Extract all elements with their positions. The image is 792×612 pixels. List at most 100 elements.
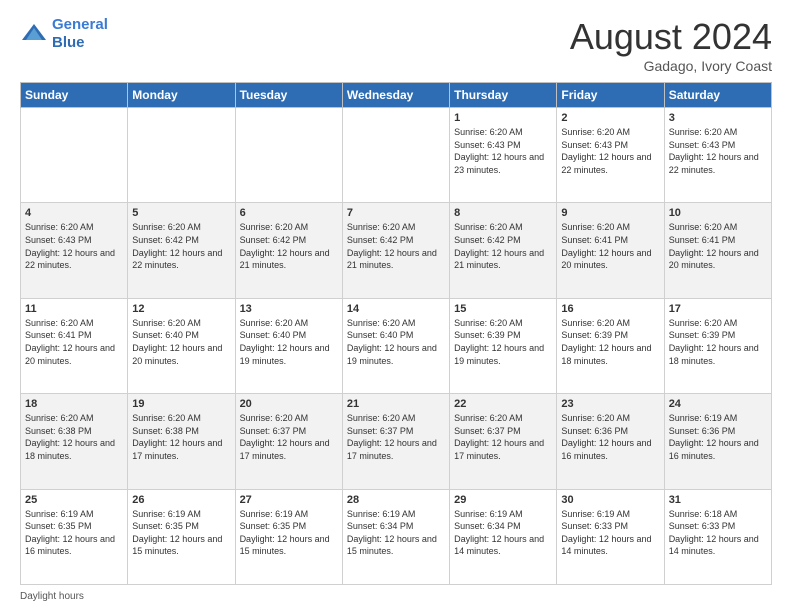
calendar-cell: 13 Sunrise: 6:20 AM Sunset: 6:40 PM Dayli… (235, 298, 342, 393)
day-number: 14 (347, 303, 445, 315)
calendar-cell: 6 Sunrise: 6:20 AM Sunset: 6:42 PM Daylig… (235, 203, 342, 298)
day-number: 5 (132, 207, 230, 219)
day-number: 20 (240, 398, 338, 410)
day-info: Sunrise: 6:20 AM Sunset: 6:41 PM Dayligh… (25, 317, 123, 367)
day-number: 27 (240, 494, 338, 506)
day-info: Sunrise: 6:20 AM Sunset: 6:43 PM Dayligh… (561, 126, 659, 176)
day-number: 13 (240, 303, 338, 315)
day-number: 6 (240, 207, 338, 219)
day-number: 7 (347, 207, 445, 219)
daylight-label: Daylight hours (20, 591, 84, 602)
day-number: 10 (669, 207, 767, 219)
calendar-cell: 4 Sunrise: 6:20 AM Sunset: 6:43 PM Daylig… (21, 203, 128, 298)
calendar-cell: 31 Sunrise: 6:18 AM Sunset: 6:33 PM Dayli… (664, 489, 771, 584)
day-info: Sunrise: 6:20 AM Sunset: 6:37 PM Dayligh… (347, 412, 445, 462)
calendar-table: SundayMondayTuesdayWednesdayThursdayFrid… (20, 82, 772, 585)
calendar-cell: 23 Sunrise: 6:20 AM Sunset: 6:36 PM Dayli… (557, 394, 664, 489)
calendar-week-5: 25Sunrise: 6:19 AM Sunset: 6:35 PM Dayli… (21, 489, 772, 584)
calendar-cell (235, 108, 342, 203)
calendar-cell: 19Sunrise: 6:20 AM Sunset: 6:38 PM Dayli… (128, 394, 235, 489)
calendar-cell: 26Sunrise: 6:19 AM Sunset: 6:35 PM Dayli… (128, 489, 235, 584)
day-number: 29 (454, 494, 552, 506)
calendar-cell: 7Sunrise: 6:20 AM Sunset: 6:42 PM Daylig… (342, 203, 449, 298)
calendar-cell: 8 Sunrise: 6:20 AM Sunset: 6:42 PM Daylig… (450, 203, 557, 298)
calendar-header-thursday: Thursday (450, 83, 557, 108)
day-number: 8 (454, 207, 552, 219)
calendar-header-monday: Monday (128, 83, 235, 108)
month-year: August 2024 (570, 16, 772, 58)
day-info: Sunrise: 6:19 AM Sunset: 6:34 PM Dayligh… (347, 508, 445, 558)
calendar-cell: 5Sunrise: 6:20 AM Sunset: 6:42 PM Daylig… (128, 203, 235, 298)
day-info: Sunrise: 6:20 AM Sunset: 6:36 PM Dayligh… (561, 412, 659, 462)
day-number: 31 (669, 494, 767, 506)
day-number: 1 (454, 112, 552, 124)
day-info: Sunrise: 6:20 AM Sunset: 6:42 PM Dayligh… (240, 221, 338, 271)
day-number: 18 (25, 398, 123, 410)
calendar-cell: 11 Sunrise: 6:20 AM Sunset: 6:41 PM Dayli… (21, 298, 128, 393)
day-info: Sunrise: 6:19 AM Sunset: 6:35 PM Dayligh… (25, 508, 123, 558)
calendar-header-row: SundayMondayTuesdayWednesdayThursdayFrid… (21, 83, 772, 108)
day-info: Sunrise: 6:20 AM Sunset: 6:38 PM Dayligh… (132, 412, 230, 462)
calendar-cell: 30Sunrise: 6:19 AM Sunset: 6:33 PM Dayli… (557, 489, 664, 584)
day-info: Sunrise: 6:20 AM Sunset: 6:41 PM Dayligh… (669, 221, 767, 271)
day-number: 24 (669, 398, 767, 410)
calendar-header-tuesday: Tuesday (235, 83, 342, 108)
day-info: Sunrise: 6:20 AM Sunset: 6:39 PM Dayligh… (454, 317, 552, 367)
day-number: 21 (347, 398, 445, 410)
calendar-cell (342, 108, 449, 203)
day-number: 16 (561, 303, 659, 315)
top-section: General Blue August 2024 Gadago, Ivory C… (20, 16, 772, 74)
calendar-cell: 14 Sunrise: 6:20 AM Sunset: 6:40 PM Dayli… (342, 298, 449, 393)
calendar-cell: 12 Sunrise: 6:20 AM Sunset: 6:40 PM Dayli… (128, 298, 235, 393)
day-number: 22 (454, 398, 552, 410)
day-number: 11 (25, 303, 123, 315)
calendar-cell: 16Sunrise: 6:20 AM Sunset: 6:39 PM Dayli… (557, 298, 664, 393)
calendar-week-1: 1 Sunrise: 6:20 AM Sunset: 6:43 PM Daylig… (21, 108, 772, 203)
calendar-cell: 27 Sunrise: 6:19 AM Sunset: 6:35 PM Dayli… (235, 489, 342, 584)
calendar-cell: 1Sunrise: 6:20 AM Sunset: 6:43 PM Daylig… (450, 108, 557, 203)
title-section: August 2024 Gadago, Ivory Coast (570, 16, 772, 74)
day-number: 2 (561, 112, 659, 124)
day-info: Sunrise: 6:19 AM Sunset: 6:35 PM Dayligh… (240, 508, 338, 558)
day-info: Sunrise: 6:20 AM Sunset: 6:40 PM Dayligh… (347, 317, 445, 367)
logo-line1: General (52, 16, 108, 33)
logo-icon (20, 20, 48, 48)
calendar-cell: 20 Sunrise: 6:20 AM Sunset: 6:37 PM Dayli… (235, 394, 342, 489)
calendar-cell: 15 Sunrise: 6:20 AM Sunset: 6:39 PM Dayli… (450, 298, 557, 393)
day-info: Sunrise: 6:20 AM Sunset: 6:43 PM Dayligh… (25, 221, 123, 271)
calendar-cell: 17Sunrise: 6:20 AM Sunset: 6:39 PM Dayli… (664, 298, 771, 393)
day-number: 9 (561, 207, 659, 219)
day-number: 23 (561, 398, 659, 410)
calendar-cell: 10 Sunrise: 6:20 AM Sunset: 6:41 PM Dayli… (664, 203, 771, 298)
calendar-cell: 9 Sunrise: 6:20 AM Sunset: 6:41 PM Daylig… (557, 203, 664, 298)
day-info: Sunrise: 6:18 AM Sunset: 6:33 PM Dayligh… (669, 508, 767, 558)
day-info: Sunrise: 6:20 AM Sunset: 6:37 PM Dayligh… (240, 412, 338, 462)
calendar-cell: 28Sunrise: 6:19 AM Sunset: 6:34 PM Dayli… (342, 489, 449, 584)
calendar-cell: 25Sunrise: 6:19 AM Sunset: 6:35 PM Dayli… (21, 489, 128, 584)
day-info: Sunrise: 6:20 AM Sunset: 6:43 PM Dayligh… (669, 126, 767, 176)
day-info: Sunrise: 6:20 AM Sunset: 6:39 PM Dayligh… (669, 317, 767, 367)
calendar-week-2: 4 Sunrise: 6:20 AM Sunset: 6:43 PM Daylig… (21, 203, 772, 298)
day-info: Sunrise: 6:19 AM Sunset: 6:36 PM Dayligh… (669, 412, 767, 462)
calendar-cell: 29Sunrise: 6:19 AM Sunset: 6:34 PM Dayli… (450, 489, 557, 584)
calendar-cell: 18 Sunrise: 6:20 AM Sunset: 6:38 PM Dayli… (21, 394, 128, 489)
logo: General Blue (20, 16, 108, 52)
day-info: Sunrise: 6:20 AM Sunset: 6:40 PM Dayligh… (240, 317, 338, 367)
calendar-cell: 24 Sunrise: 6:19 AM Sunset: 6:36 PM Dayli… (664, 394, 771, 489)
day-info: Sunrise: 6:20 AM Sunset: 6:38 PM Dayligh… (25, 412, 123, 462)
day-info: Sunrise: 6:20 AM Sunset: 6:40 PM Dayligh… (132, 317, 230, 367)
calendar-cell: 2 Sunrise: 6:20 AM Sunset: 6:43 PM Daylig… (557, 108, 664, 203)
location: Gadago, Ivory Coast (570, 58, 772, 74)
calendar-header-sunday: Sunday (21, 83, 128, 108)
day-number: 12 (132, 303, 230, 315)
calendar-header-wednesday: Wednesday (342, 83, 449, 108)
day-number: 15 (454, 303, 552, 315)
day-info: Sunrise: 6:20 AM Sunset: 6:41 PM Dayligh… (561, 221, 659, 271)
day-number: 30 (561, 494, 659, 506)
day-number: 4 (25, 207, 123, 219)
day-info: Sunrise: 6:20 AM Sunset: 6:42 PM Dayligh… (454, 221, 552, 271)
day-info: Sunrise: 6:20 AM Sunset: 6:37 PM Dayligh… (454, 412, 552, 462)
calendar-cell (128, 108, 235, 203)
calendar-week-3: 11 Sunrise: 6:20 AM Sunset: 6:41 PM Dayli… (21, 298, 772, 393)
day-number: 3 (669, 112, 767, 124)
